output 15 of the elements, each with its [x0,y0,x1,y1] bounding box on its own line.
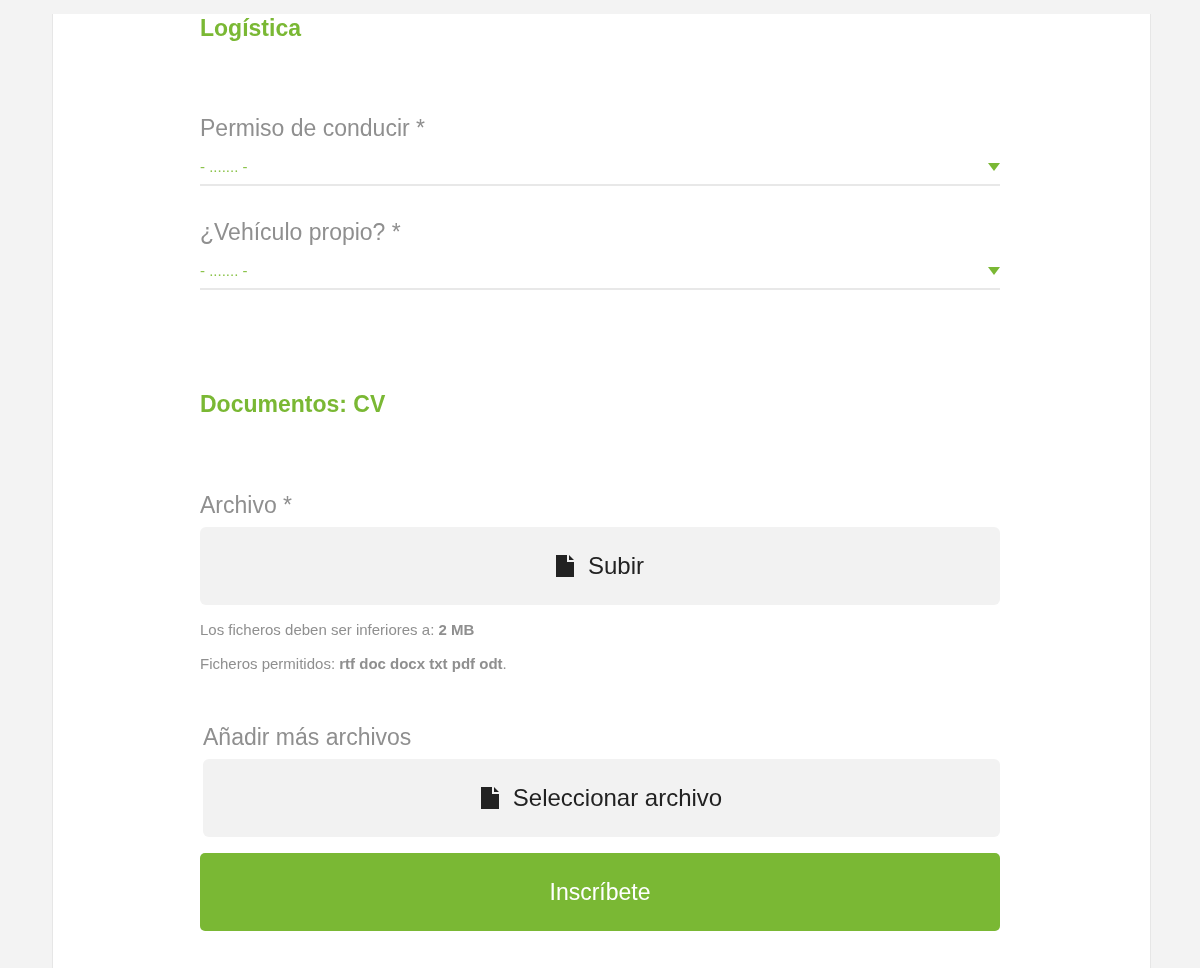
file-icon [556,555,574,577]
help-text: Los ficheros deben ser inferiores a: 2 MB [200,621,476,639]
upload-button[interactable]: Subir [200,527,1000,605]
file-icon [480,787,499,809]
field-label: Añadir más archivos [203,723,413,751]
caret-icon [988,163,1000,171]
submit-button[interactable]: Inscríbete [200,853,1000,931]
field-label: ¿Vehículo propio? * [200,218,402,246]
help-text: Ficheros permitidos: rtf doc docx txt pdf odt. [200,655,508,673]
section-heading: Logística [200,14,303,42]
caret-icon [988,267,1000,275]
section-heading: Documentos: CV [200,390,387,418]
upload-button[interactable]: Seleccionar archivo [203,759,1000,837]
field-label: Permiso de conducir * [200,114,426,142]
field-label: Archivo * [200,491,294,519]
